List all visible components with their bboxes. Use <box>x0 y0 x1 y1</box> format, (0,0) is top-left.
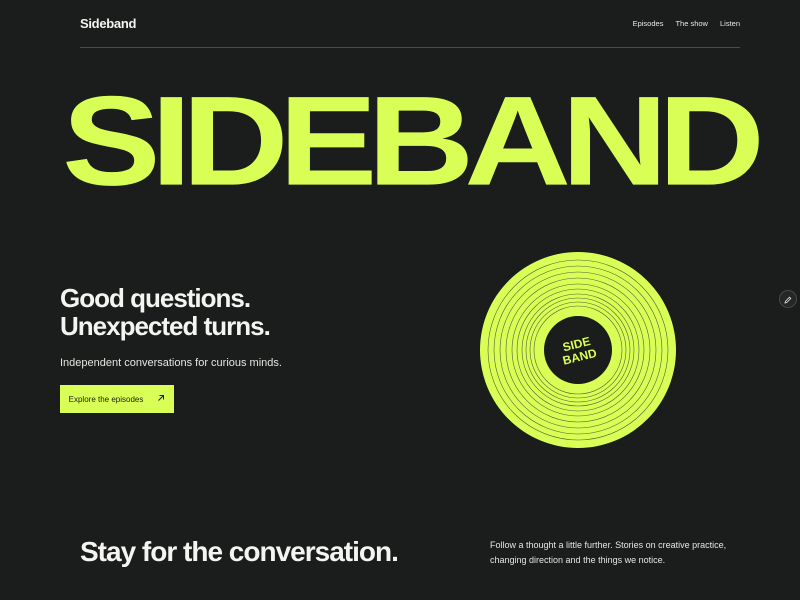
site-header: Sideband Episodes The show Listen <box>80 0 740 48</box>
arrow-up-right-icon <box>157 394 165 404</box>
hero-wordmark: SIDEBAND <box>62 70 765 213</box>
hero-headline: Good questions. Unexpected turns. <box>60 283 271 341</box>
headline-line-1: Good questions. <box>60 283 251 313</box>
brand-area: Sideband <box>80 16 136 31</box>
brand-logo-link[interactable]: Sideband <box>80 16 136 31</box>
pencil-icon <box>784 292 792 307</box>
nav-link-listen[interactable]: Listen <box>720 19 740 28</box>
cta-label: Explore the episodes <box>68 394 144 404</box>
edit-button[interactable] <box>779 290 797 308</box>
hero-subtitle: Independent conversations for curious mi… <box>60 357 282 369</box>
vinyl-record-graphic: SIDE BAND <box>480 252 676 448</box>
section-description: Follow a thought a little further. Stori… <box>490 540 727 565</box>
nav-link-episodes[interactable]: Episodes <box>633 19 664 28</box>
main-nav: Episodes The show Listen <box>633 19 740 28</box>
explore-episodes-button[interactable]: Explore the episodes <box>60 385 174 413</box>
headline-line-2: Unexpected turns. <box>60 311 271 341</box>
nav-link-the-show[interactable]: The show <box>675 19 708 28</box>
section-heading: Stay for the conversation. <box>80 536 399 567</box>
